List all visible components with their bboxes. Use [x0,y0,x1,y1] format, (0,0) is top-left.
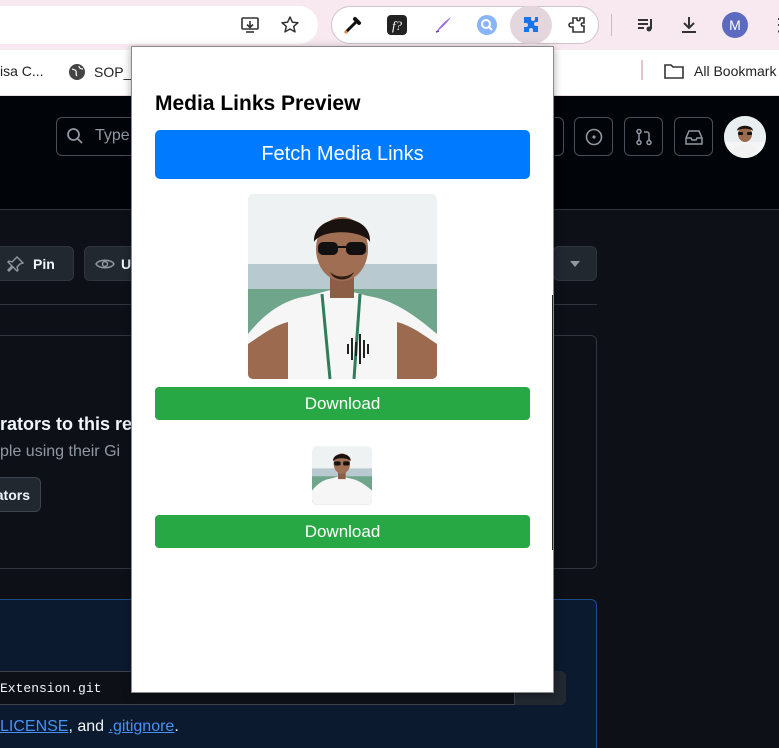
extensions-area [331,6,599,44]
fetch-media-links-button[interactable]: Fetch Media Links [155,130,530,179]
download-button[interactable]: Download [155,515,530,548]
bookmark-item[interactable]: isa C... [0,63,44,79]
search-icon [67,128,83,144]
github-search-placeholder: Type [95,127,130,144]
more-menu-icon[interactable]: ⋮ [770,12,779,38]
fork-dropdown-button[interactable] [553,246,597,281]
issues-button[interactable] [574,117,613,156]
media-thumbnail-preview [312,446,372,505]
media-controls-icon[interactable] [633,12,659,38]
pull-request-icon [635,128,652,145]
setup-instructions: LICENSE, and .gitignore. [0,718,179,736]
toolbar-separator [611,14,612,36]
all-bookmarks[interactable]: All Bookmark [664,63,776,79]
address-bar[interactable] [0,6,318,44]
popup-scrollbar[interactable] [552,295,553,550]
inbox-button[interactable] [674,117,713,156]
github-user-avatar[interactable] [724,116,766,158]
license-link[interactable]: LICENSE [0,718,68,735]
bookmark-item[interactable]: SOP_ [68,63,131,81]
text-fragment: . [174,718,179,735]
svg-text:f?: f? [392,18,403,33]
popup-title: Media Links Preview [155,92,361,115]
pin-button[interactable]: Pin [0,246,74,281]
profile-avatar[interactable]: M [722,12,748,38]
collaborators-subtitle: ple using their Gi [0,443,121,460]
clone-url-text: Extension.git [0,681,102,696]
issue-icon [585,128,602,145]
pin-icon [7,255,25,272]
caret-down-icon [570,260,580,267]
pen-extension-icon[interactable] [430,12,456,38]
collaborators-title: rators to this re [0,414,133,434]
color-picker-extension-icon[interactable] [340,12,366,38]
media-image-preview [248,194,437,379]
puzzle-extension-icon[interactable] [518,12,544,38]
eye-icon [95,259,115,268]
install-app-icon[interactable] [237,12,263,38]
extensions-menu-icon[interactable] [565,12,591,38]
star-icon[interactable] [277,12,303,38]
gitignore-link[interactable]: .gitignore [109,718,175,735]
media-links-popup: Media Links Preview Fetch Media Links Do… [131,46,554,693]
inbox-icon [684,129,703,145]
globe-icon [69,64,85,80]
browser-toolbar: f? M ⋮ [0,0,779,50]
github-copilot-button[interactable] [555,117,564,156]
pull-requests-button[interactable] [624,117,663,156]
download-icon[interactable] [676,12,702,38]
search-extension-icon[interactable] [474,12,500,38]
download-button[interactable]: Download [155,387,530,420]
text-fragment: , and [68,718,109,735]
formula-extension-icon[interactable]: f? [384,12,410,38]
bookmarks-separator [641,60,643,80]
folder-icon [664,64,684,79]
add-collaborators-button[interactable]: ators [0,477,41,512]
